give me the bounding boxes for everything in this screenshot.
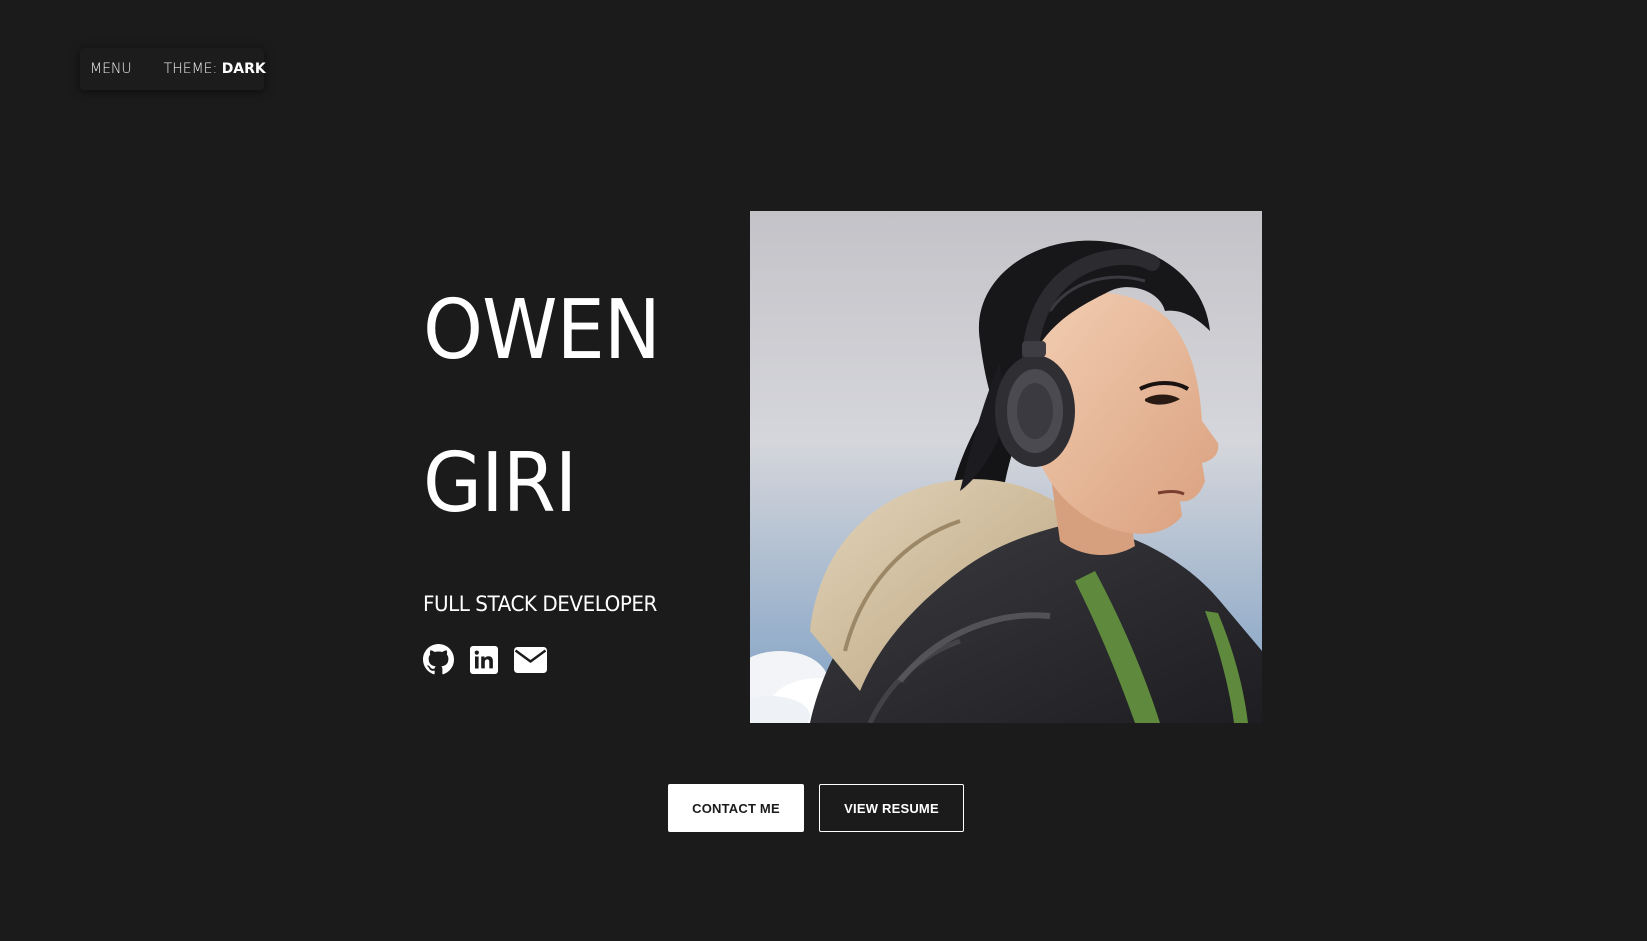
github-icon <box>423 644 454 675</box>
hero-job-title: FULL STACK DEVELOPER <box>423 592 657 616</box>
linkedin-link[interactable] <box>470 645 498 674</box>
envelope-icon <box>514 646 547 673</box>
avatar-illustration <box>750 211 1262 723</box>
view-resume-button[interactable]: VIEW RESUME <box>819 784 964 832</box>
theme-toggle-value: DARK <box>221 61 266 77</box>
page: MENU THEME: DARK OWEN GIRI FULL STACK DE… <box>0 0 1647 941</box>
top-navigation: MENU THEME: DARK <box>80 48 266 90</box>
email-link[interactable] <box>514 646 547 673</box>
theme-toggle-button[interactable]: THEME: DARK <box>164 61 266 77</box>
hero-first-name: OWEN <box>423 283 661 378</box>
contact-me-button[interactable]: CONTACT ME <box>668 784 804 832</box>
menu-button[interactable]: MENU <box>90 61 132 77</box>
github-link[interactable] <box>423 644 454 675</box>
linkedin-icon <box>470 645 498 674</box>
social-links <box>423 644 563 675</box>
avatar <box>750 211 1262 723</box>
theme-toggle-label: THEME: <box>163 61 222 77</box>
hero-last-name: GIRI <box>423 436 577 531</box>
